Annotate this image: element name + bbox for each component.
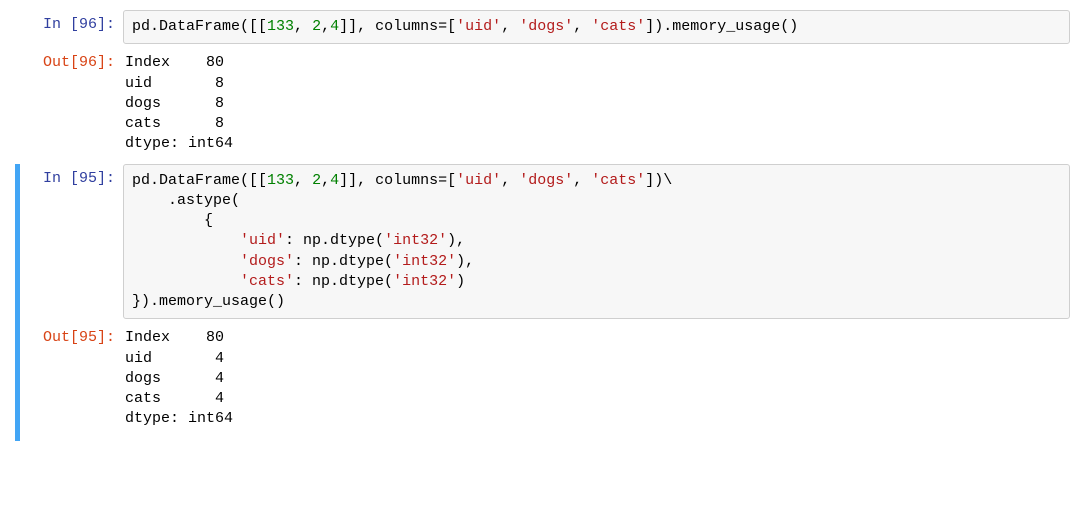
- code-token: ]], columns: [339, 18, 438, 35]
- code-input-96[interactable]: pd.DataFrame([[133, 2,4]], columns=['uid…: [123, 10, 1070, 44]
- output-text-95: Index 80 uid 4 dogs 4 cats 4 dtype: int6…: [123, 323, 1070, 434]
- code-token: ,: [573, 18, 591, 35]
- code-token: 'uid': [456, 172, 501, 189]
- out-prompt-95: Out[95]:: [20, 323, 123, 353]
- code-token: : np.dtype(: [294, 273, 393, 290]
- code-token: 'int32': [393, 253, 456, 270]
- code-token: =: [438, 18, 447, 35]
- code-token: 133: [267, 172, 294, 189]
- cell-95-group: In [95]: pd.DataFrame([[133, 2,4]], colu…: [15, 164, 1070, 441]
- code-token: ,: [501, 172, 519, 189]
- code-token: ,: [321, 172, 330, 189]
- code-token: 2: [312, 172, 321, 189]
- code-token: ,: [294, 172, 312, 189]
- cell-95-output: Out[95]: Index 80 uid 4 dogs 4 cats 4 dt…: [20, 323, 1070, 434]
- code-token: 4: [330, 18, 339, 35]
- cell-96-group: In [96]: pd.DataFrame([[133, 2,4]], colu…: [20, 10, 1070, 160]
- code-token: ]], columns: [339, 172, 438, 189]
- code-token: 'uid': [240, 232, 285, 249]
- cell-95-input: In [95]: pd.DataFrame([[133, 2,4]], colu…: [20, 164, 1070, 320]
- code-token: ])\: [645, 172, 672, 189]
- code-token: 'cats': [591, 172, 645, 189]
- code-token: [132, 273, 240, 290]
- code-token: ]).memory_usage(): [645, 18, 798, 35]
- code-token: 'int32': [384, 232, 447, 249]
- cell-96-output: Out[96]: Index 80 uid 8 dogs 8 cats 8 dt…: [20, 48, 1070, 159]
- code-token: {: [132, 212, 213, 229]
- code-token: ,: [501, 18, 519, 35]
- code-token: 'int32': [393, 273, 456, 290]
- code-token: [132, 253, 240, 270]
- code-token: }).memory_usage(): [132, 293, 285, 310]
- out-prompt-96: Out[96]:: [20, 48, 123, 78]
- code-token: ),: [447, 232, 465, 249]
- code-token: ): [456, 273, 465, 290]
- code-token: ,: [321, 18, 330, 35]
- code-token: =: [438, 172, 447, 189]
- code-token: ,: [294, 18, 312, 35]
- code-token: 'cats': [591, 18, 645, 35]
- code-token: ),: [456, 253, 474, 270]
- in-prompt-95: In [95]:: [20, 164, 123, 194]
- code-token: 2: [312, 18, 321, 35]
- code-token: 'cats': [240, 273, 294, 290]
- code-token: 'uid': [456, 18, 501, 35]
- code-token: ,: [573, 172, 591, 189]
- code-input-95[interactable]: pd.DataFrame([[133, 2,4]], columns=['uid…: [123, 164, 1070, 320]
- code-token: 'dogs': [240, 253, 294, 270]
- code-token: 'dogs': [519, 172, 573, 189]
- output-text-96: Index 80 uid 8 dogs 8 cats 8 dtype: int6…: [123, 48, 1070, 159]
- code-token: pd.DataFrame([[: [132, 172, 267, 189]
- in-prompt-96: In [96]:: [20, 10, 123, 40]
- code-token: [: [447, 172, 456, 189]
- code-token: 4: [330, 172, 339, 189]
- cell-96-input: In [96]: pd.DataFrame([[133, 2,4]], colu…: [20, 10, 1070, 44]
- code-token: [132, 232, 240, 249]
- code-token: : np.dtype(: [294, 253, 393, 270]
- code-token: [: [447, 18, 456, 35]
- code-token: 'dogs': [519, 18, 573, 35]
- code-token: 133: [267, 18, 294, 35]
- code-token: .astype(: [132, 192, 240, 209]
- code-token: pd.DataFrame([[: [132, 18, 267, 35]
- code-token: : np.dtype(: [285, 232, 384, 249]
